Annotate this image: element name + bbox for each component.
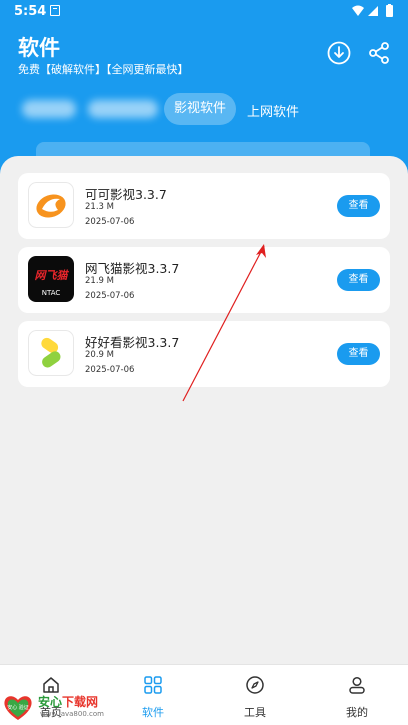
wangfeimao-icon-subtext: NTAC bbox=[42, 289, 61, 297]
notification-icon bbox=[50, 5, 60, 16]
watermark-title: 安心下载网 bbox=[38, 695, 99, 709]
nav-label: 我的 bbox=[346, 706, 368, 719]
app-name: 好好看影视3.3.7 bbox=[85, 335, 180, 350]
status-bar: 5:54 bbox=[0, 0, 408, 24]
app-card[interactable]: 好好看影视3.3.7 20.9 M 2025-07-06 查看 bbox=[18, 321, 390, 387]
watermark: 安心 验证 安心下载网 www.java800.com bbox=[2, 690, 112, 723]
tab-movie-software[interactable]: 影视软件 bbox=[164, 93, 236, 125]
user-icon bbox=[349, 676, 365, 694]
app-card[interactable]: 网飞猫 NTAC 网飞猫影视3.3.7 21.9 M 2025-07-06 查看 bbox=[18, 247, 390, 313]
share-icon[interactable] bbox=[366, 40, 392, 66]
nav-label: 工具 bbox=[244, 706, 266, 719]
grid-icon bbox=[144, 676, 162, 694]
page-title: 软件 bbox=[18, 36, 60, 60]
app-date: 2025-07-06 bbox=[85, 291, 135, 301]
view-button[interactable]: 查看 bbox=[337, 343, 380, 365]
app-size: 21.3 M bbox=[85, 202, 114, 212]
wangfeimao-app-icon: 网飞猫 NTAC bbox=[28, 256, 74, 302]
battery-icon bbox=[386, 5, 393, 17]
app-date: 2025-07-06 bbox=[85, 217, 135, 227]
anxin-logo: 安心 验证 bbox=[4, 696, 32, 720]
wifi-icon bbox=[352, 5, 364, 16]
signal-icon bbox=[368, 6, 378, 16]
wangfeimao-icon-text: 网飞猫 bbox=[35, 269, 70, 282]
nav-software[interactable]: 软件 bbox=[102, 665, 204, 725]
tab-blurred bbox=[88, 100, 158, 118]
app-date: 2025-07-06 bbox=[85, 365, 135, 375]
nav-label: 软件 bbox=[142, 706, 164, 719]
watermark-badge: 安心 验证 bbox=[7, 704, 29, 711]
kekeyingshi-app-icon bbox=[28, 182, 74, 228]
status-icons bbox=[352, 4, 393, 17]
status-time: 5:54 bbox=[14, 4, 47, 19]
page-subtitle: 免费【破解软件】【全网更新最快】 bbox=[18, 63, 189, 76]
app-size: 20.9 M bbox=[85, 350, 114, 360]
compass-icon bbox=[246, 676, 264, 694]
view-button[interactable]: 查看 bbox=[337, 269, 380, 291]
view-button[interactable]: 查看 bbox=[337, 195, 380, 217]
watermark-url: www.java800.com bbox=[40, 710, 104, 718]
tab-blurred bbox=[22, 100, 76, 118]
download-icon[interactable] bbox=[326, 40, 352, 66]
category-tabs: 影视软件 上网软件 bbox=[0, 92, 408, 126]
app-name: 网飞猫影视3.3.7 bbox=[85, 261, 180, 276]
app-name: 可可影视3.3.7 bbox=[85, 187, 167, 202]
nav-profile[interactable]: 我的 bbox=[306, 665, 408, 725]
app-size: 21.9 M bbox=[85, 276, 114, 286]
haohaokan-app-icon bbox=[28, 330, 74, 376]
nav-tools[interactable]: 工具 bbox=[204, 665, 306, 725]
app-card[interactable]: 可可影视3.3.7 21.3 M 2025-07-06 查看 bbox=[18, 173, 390, 239]
tab-internet-software[interactable]: 上网软件 bbox=[247, 101, 299, 120]
